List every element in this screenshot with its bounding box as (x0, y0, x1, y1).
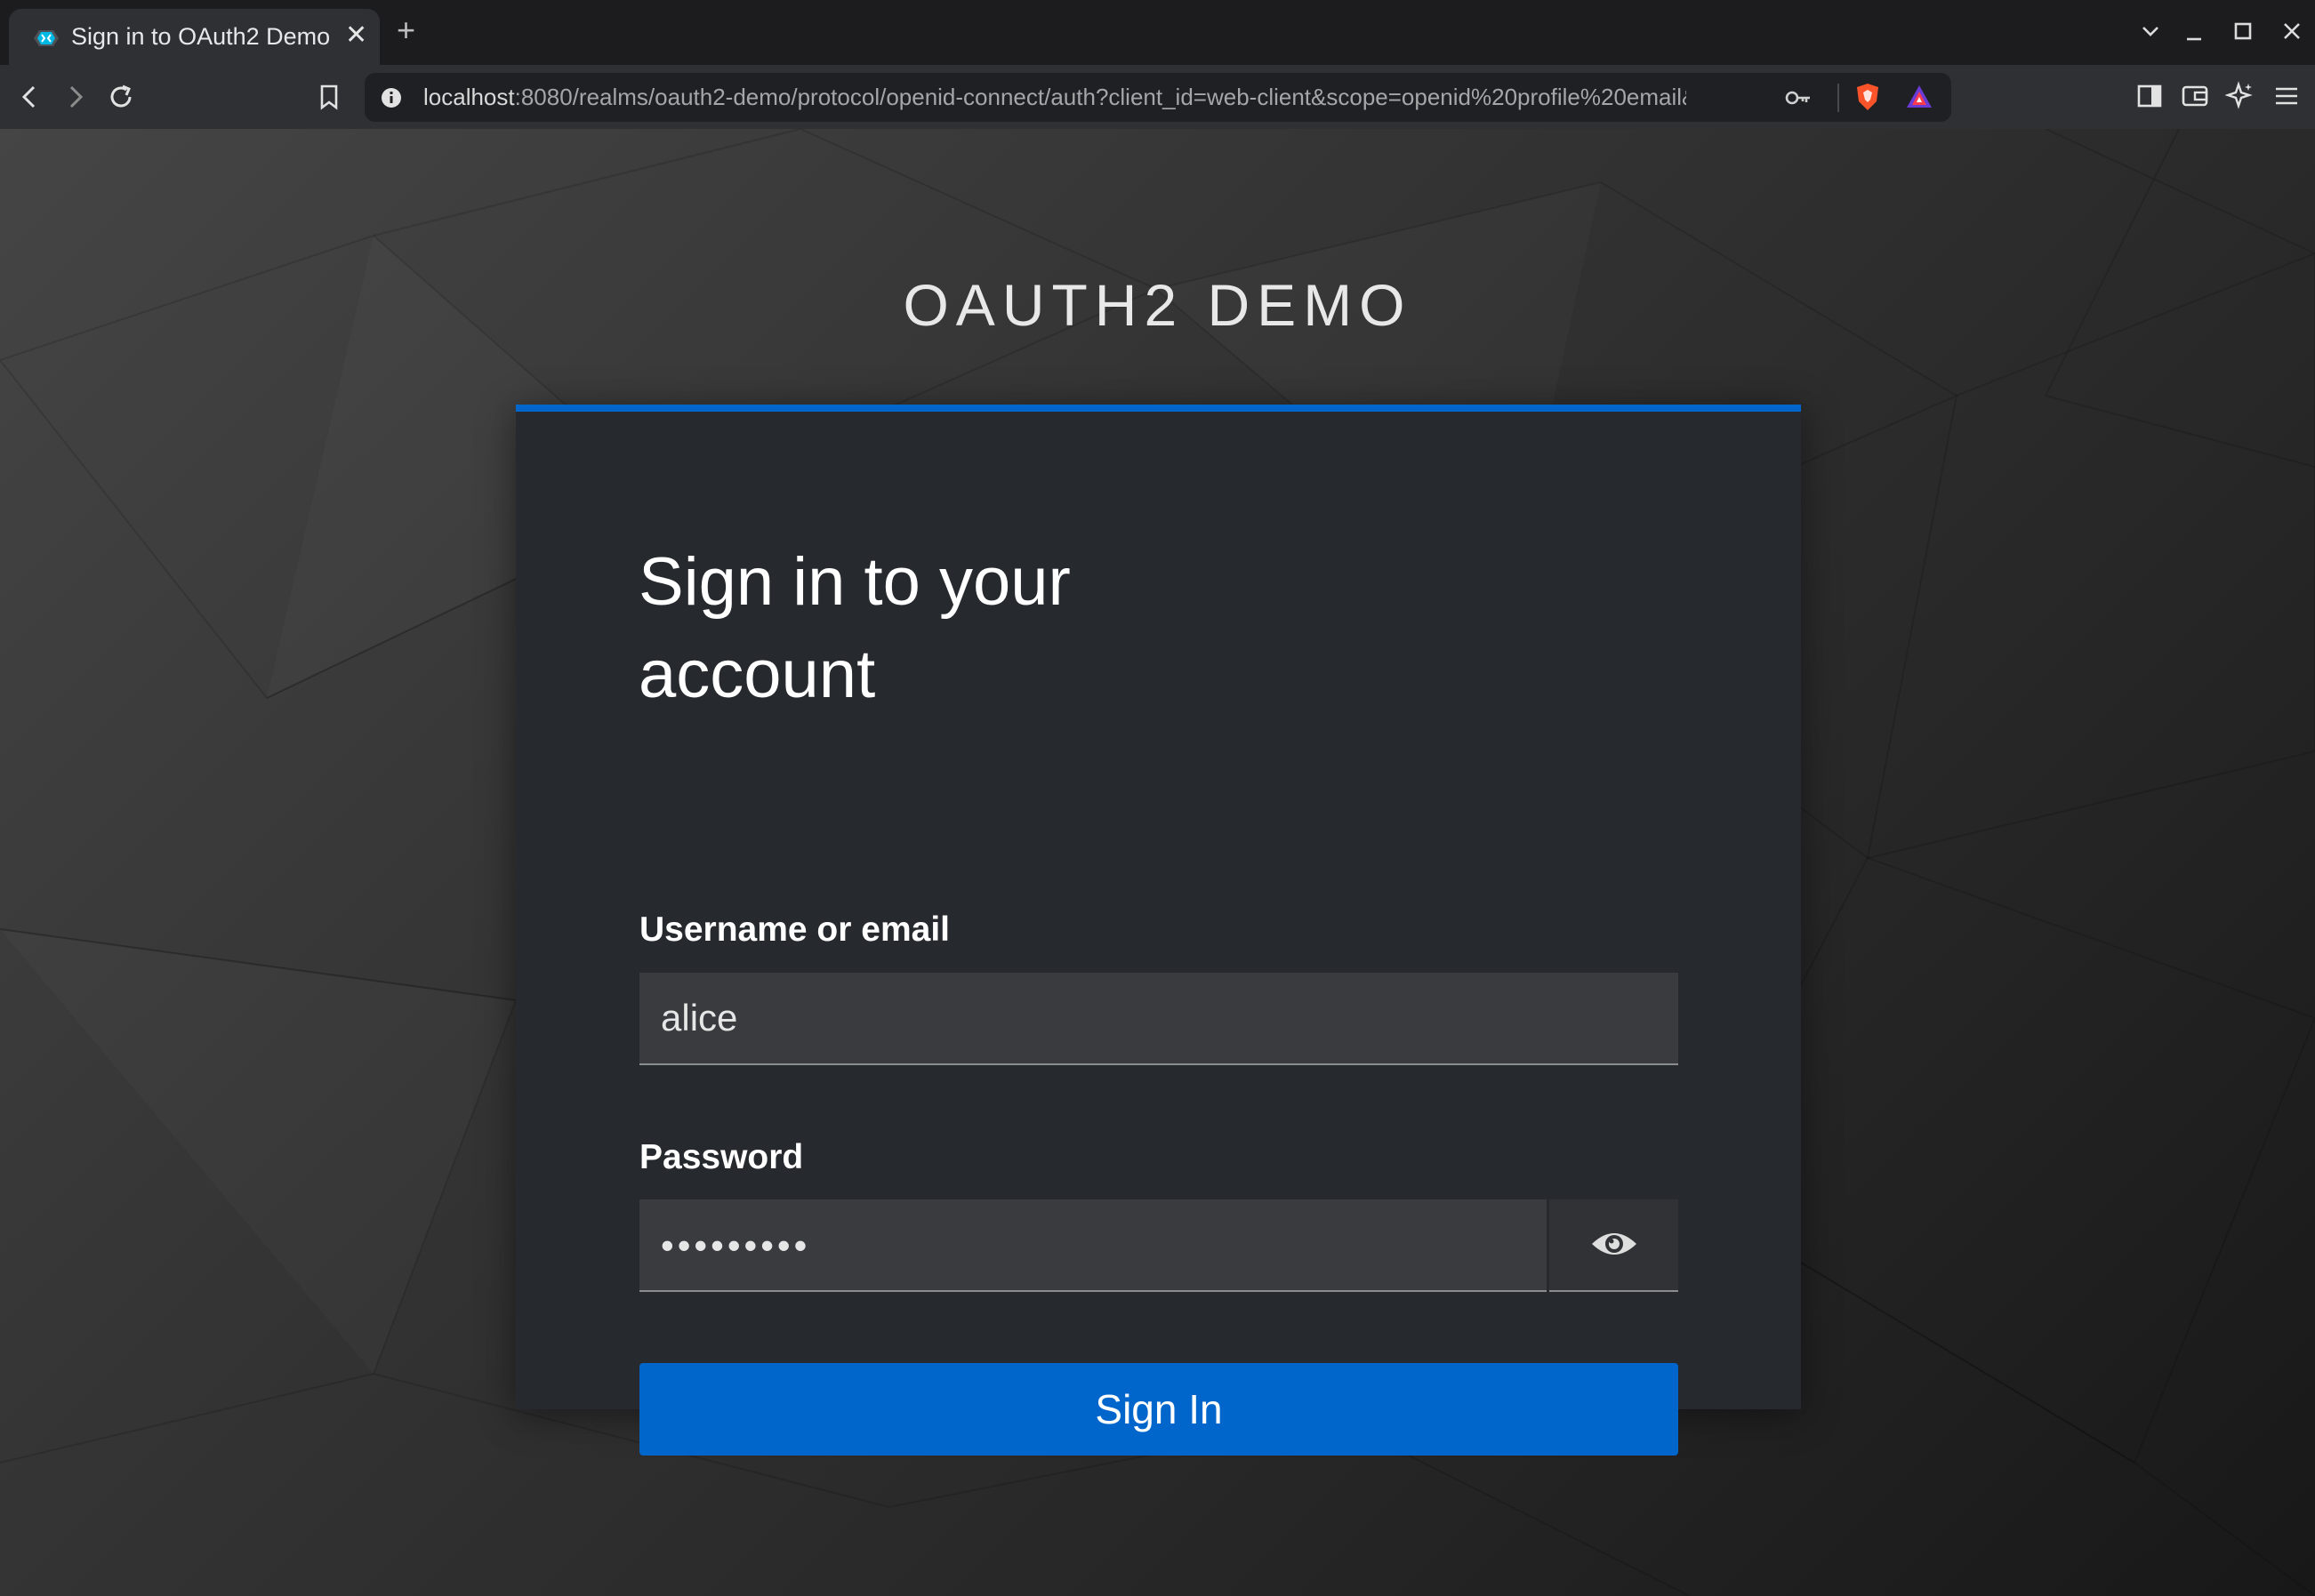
tab-close-icon[interactable]: ✕ (345, 21, 367, 50)
sidebar-icon[interactable] (2134, 81, 2165, 111)
reload-icon[interactable] (105, 81, 137, 113)
tab-list-icon[interactable] (2137, 18, 2164, 44)
username-input[interactable] (639, 973, 1678, 1065)
tab-title: Sign in to OAuth2 Demo (71, 23, 331, 50)
tab-strip: Sign in to OAuth2 Demo ✕ + (0, 0, 2315, 65)
username-label: Username or email (639, 910, 951, 949)
url-host: localhost (423, 84, 515, 110)
close-window-icon[interactable] (2279, 18, 2305, 44)
brave-shield-icon[interactable] (1854, 82, 1881, 112)
maximize-icon[interactable] (2230, 18, 2256, 44)
forward-icon[interactable] (59, 81, 91, 113)
wallet-icon[interactable] (2180, 81, 2210, 111)
menu-icon[interactable] (2271, 81, 2302, 111)
key-icon[interactable] (1784, 84, 1813, 111)
url-path: :8080/realms/oauth2-demo/protocol/openid… (514, 84, 1686, 110)
eye-icon (1591, 1232, 1636, 1255)
leo-ai-icon[interactable] (2225, 81, 2255, 111)
url-text: localhost:8080/realms/oauth2-demo/protoc… (423, 84, 1686, 111)
site-info-icon[interactable] (379, 85, 404, 110)
address-bar[interactable]: localhost:8080/realms/oauth2-demo/protoc… (365, 73, 1951, 122)
back-icon[interactable] (14, 81, 46, 113)
realm-brand: OAUTH2 DEMO (903, 272, 1412, 338)
browser-tab[interactable]: Sign in to OAuth2 Demo ✕ (9, 9, 380, 65)
browser-toolbar: localhost:8080/realms/oauth2-demo/protoc… (0, 65, 2315, 129)
login-page: OAUTH2 DEMO Sign in to your account User… (0, 129, 2315, 1596)
password-input[interactable]: ••••••••• (639, 1199, 1547, 1292)
minimize-icon[interactable] (2181, 18, 2207, 44)
login-card: Sign in to your account Username or emai… (516, 405, 1801, 1456)
brave-rewards-icon[interactable] (1905, 84, 1933, 110)
omnibox-divider (1837, 84, 1839, 112)
page-title: Sign in to your account (639, 544, 1071, 712)
show-password-button[interactable] (1549, 1199, 1678, 1292)
sign-in-button[interactable]: Sign In (639, 1363, 1678, 1456)
keycloak-favicon-icon (34, 30, 59, 46)
new-tab-icon[interactable]: + (397, 14, 415, 46)
password-label: Password (639, 1138, 804, 1176)
bookmark-icon[interactable] (313, 81, 345, 113)
